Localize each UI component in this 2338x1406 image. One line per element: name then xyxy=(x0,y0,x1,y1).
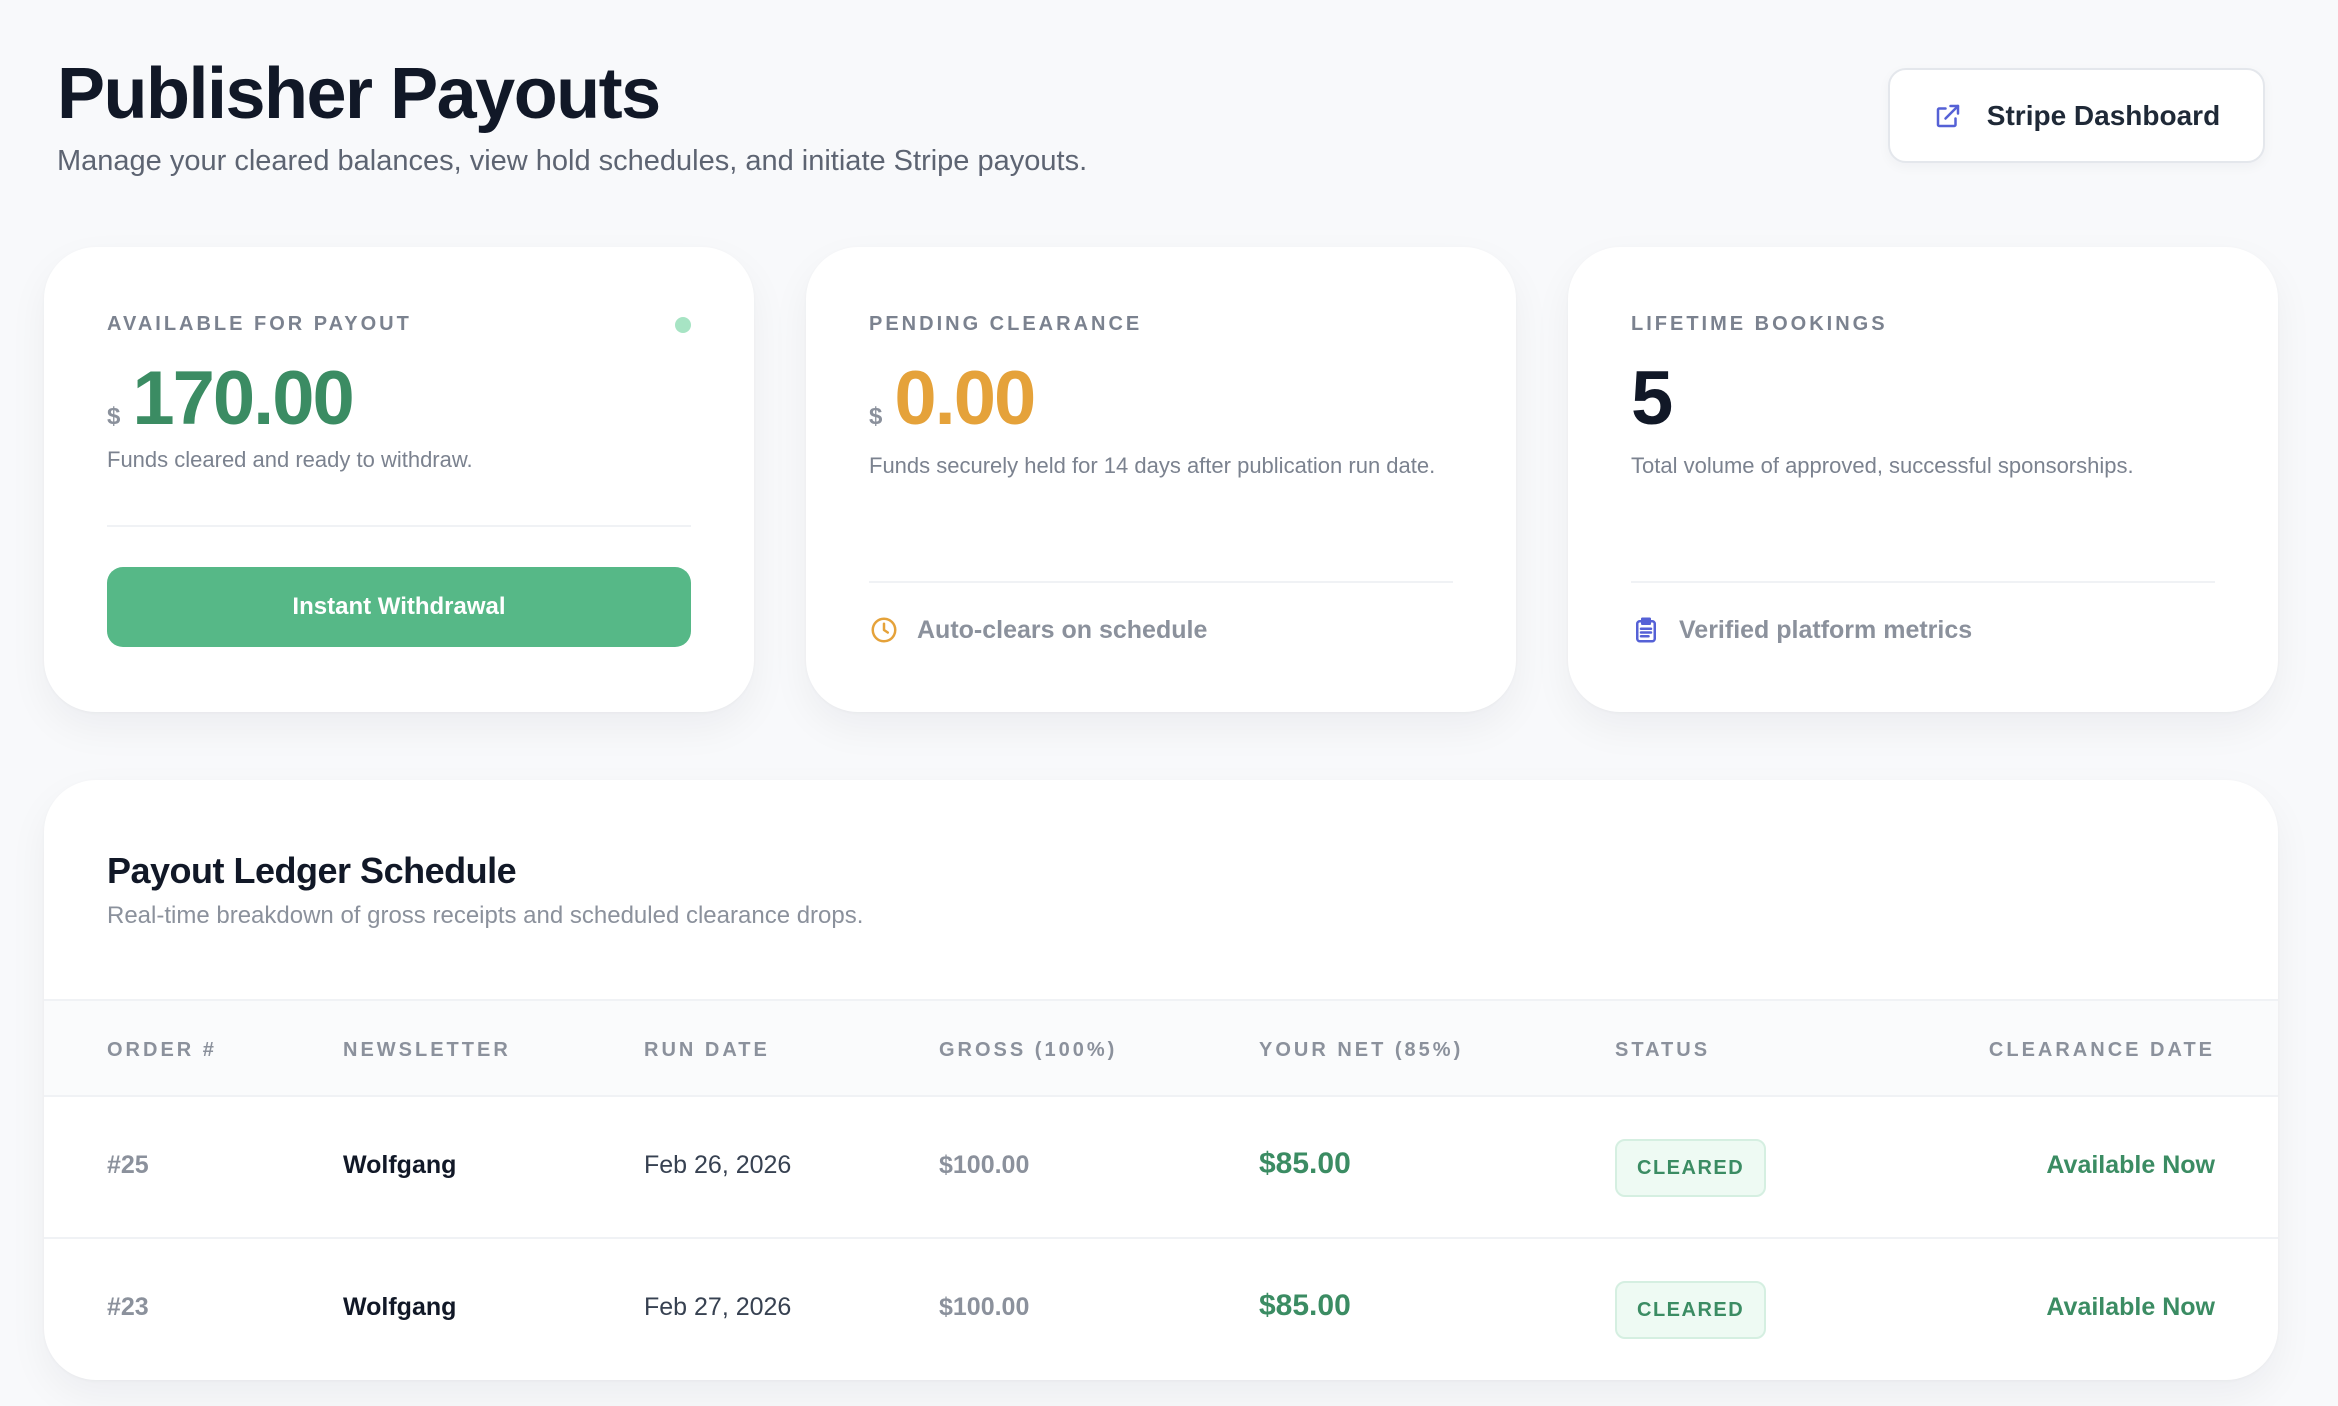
order-number: #23 xyxy=(107,1293,149,1321)
card-label: PENDING CLEARANCE xyxy=(869,313,1143,335)
column-header-order: ORDER # xyxy=(107,1039,217,1061)
card-footer: Auto-clears on schedule xyxy=(869,615,1207,645)
external-link-icon xyxy=(1936,104,1960,127)
table-row[interactable]: #23 Wolfgang Feb 27, 2026 $100.00 $85.00… xyxy=(44,1239,2278,1380)
run-date: Feb 27, 2026 xyxy=(644,1293,792,1321)
card-description: Total volume of approved, successful spo… xyxy=(1631,453,2134,478)
pending-clearance-card: PENDING CLEARANCE $ 0.00 Funds securely … xyxy=(806,247,1516,712)
stripe-dashboard-label: Stripe Dashboard xyxy=(1986,99,2221,131)
clearance-date: Available Now xyxy=(2046,1293,2215,1321)
stripe-dashboard-button[interactable]: Stripe Dashboard xyxy=(1888,68,2265,163)
currency-symbol: $ xyxy=(869,403,883,430)
amount-value: 0.00 xyxy=(894,356,1036,441)
clipboard-icon xyxy=(1636,617,1656,643)
payouts-page: Publisher Payouts Manage your cleared ba… xyxy=(0,0,2338,1406)
gross-amount: $100.00 xyxy=(939,1293,1030,1321)
available-payout-card: AVAILABLE FOR PAYOUT $ 170.00 Funds clea… xyxy=(44,247,754,712)
table-row[interactable]: #25 Wolfgang Feb 26, 2026 $100.00 $85.00… xyxy=(44,1097,2278,1239)
divider xyxy=(1631,581,2215,583)
divider xyxy=(107,525,691,527)
amount-value: 5 xyxy=(1631,356,1673,441)
column-header-clearance: CLEARANCE DATE xyxy=(1988,1039,2215,1061)
gross-amount: $100.00 xyxy=(939,1151,1030,1179)
ledger-subtitle: Real-time breakdown of gross receipts an… xyxy=(107,902,864,929)
column-header-net: YOUR NET (85%) xyxy=(1259,1039,1464,1061)
card-footer: Verified platform metrics xyxy=(1631,615,1972,645)
footer-text: Verified platform metrics xyxy=(1679,615,1973,644)
clock-icon xyxy=(871,617,897,643)
pending-amount: $ 0.00 xyxy=(869,355,1036,443)
status-badge: CLEARED xyxy=(1615,1281,1767,1339)
status-badge: CLEARED xyxy=(1615,1139,1767,1197)
card-description: Funds securely held for 14 days after pu… xyxy=(869,453,1436,478)
lifetime-bookings-card: LIFETIME BOOKINGS 5 Total volume of appr… xyxy=(1568,247,2278,712)
page-title: Publisher Payouts xyxy=(57,54,661,134)
divider xyxy=(869,581,1453,583)
page-header: Publisher Payouts Manage your cleared ba… xyxy=(57,50,1087,180)
newsletter-name: Wolfgang xyxy=(343,1293,457,1321)
run-date: Feb 26, 2026 xyxy=(644,1151,792,1179)
column-header-gross: GROSS (100%) xyxy=(939,1039,1118,1061)
amount-value: 170.00 xyxy=(132,356,354,441)
clearance-date: Available Now xyxy=(2046,1151,2215,1179)
status-dot xyxy=(675,317,691,333)
footer-text: Auto-clears on schedule xyxy=(917,615,1208,644)
card-label: LIFETIME BOOKINGS xyxy=(1631,313,1888,335)
page-subtitle: Manage your cleared balances, view hold … xyxy=(57,145,1088,177)
ledger-title: Payout Ledger Schedule xyxy=(107,850,517,891)
card-description: Funds cleared and ready to withdraw. xyxy=(107,447,473,472)
column-header-status: STATUS xyxy=(1615,1039,1711,1061)
currency-symbol: $ xyxy=(107,403,121,430)
available-amount: $ 170.00 xyxy=(107,355,355,443)
column-header-newsletter: NEWSLETTER xyxy=(343,1039,511,1061)
card-label: AVAILABLE FOR PAYOUT xyxy=(107,313,412,335)
payout-ledger: Payout Ledger Schedule Real-time breakdo… xyxy=(44,780,2278,1380)
instant-withdrawal-button[interactable]: Instant Withdrawal xyxy=(107,567,691,647)
net-amount: $85.00 xyxy=(1259,1289,1351,1322)
net-amount: $85.00 xyxy=(1259,1147,1351,1180)
table-header: ORDER # NEWSLETTER RUN DATE GROSS (100%)… xyxy=(44,999,2278,1097)
lifetime-count: 5 xyxy=(1631,355,1673,443)
column-header-run-date: RUN DATE xyxy=(644,1039,770,1061)
newsletter-name: Wolfgang xyxy=(343,1151,457,1179)
order-number: #25 xyxy=(107,1151,149,1179)
